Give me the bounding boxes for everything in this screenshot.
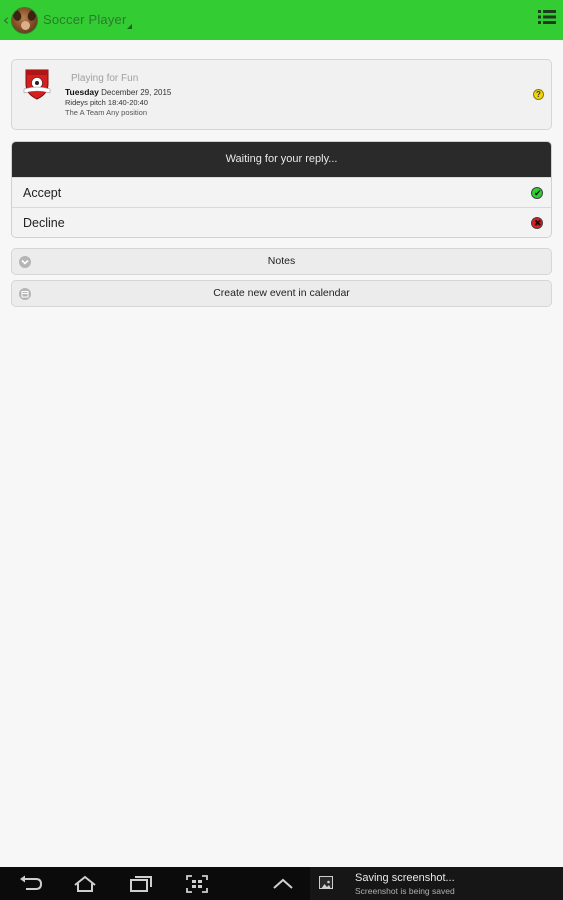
event-category: Playing for Fun — [71, 73, 139, 84]
notes-button[interactable]: Notes — [11, 248, 552, 275]
question-icon[interactable]: ? — [533, 89, 544, 100]
notification-subtitle: Screenshot is being saved — [355, 886, 455, 896]
screenshot-icon[interactable] — [184, 874, 210, 894]
event-day: Tuesday — [65, 87, 99, 97]
avatar-ear-left — [12, 8, 23, 23]
chevron-down-circle-icon — [19, 256, 31, 268]
cross-mark: ✖ — [534, 218, 542, 228]
screenshot-notification[interactable]: Saving screenshot... Screenshot is being… — [310, 867, 563, 900]
recent-apps-icon[interactable] — [128, 874, 154, 894]
decline-label: Decline — [23, 216, 65, 230]
calendar-circle-icon — [19, 288, 31, 300]
check-circle-icon: ✔ — [531, 187, 543, 199]
avatar-ear-right — [26, 8, 37, 23]
event-location-time: Rideys pitch 18:40-20:40 — [65, 98, 148, 107]
accept-label: Accept — [23, 186, 62, 200]
notification-title: Saving screenshot... — [355, 872, 455, 884]
cross-circle-icon: ✖ — [531, 217, 543, 229]
decline-button[interactable]: Decline ✖ — [12, 207, 551, 237]
home-icon[interactable] — [72, 874, 98, 894]
calendar-label: Create new event in calendar — [213, 287, 350, 299]
reply-status-header: Waiting for your reply... — [12, 142, 551, 177]
team-crest-icon — [23, 69, 51, 100]
avatar-snout — [21, 21, 30, 30]
system-navigation-bar: Saving screenshot... Screenshot is being… — [0, 867, 563, 900]
spinner-caret-icon — [127, 24, 132, 29]
reply-panel: Waiting for your reply... Accept ✔ Decli… — [11, 141, 552, 238]
event-team-position: The A Team Any position — [65, 108, 147, 117]
chevron-left-icon[interactable]: ‹ — [3, 11, 9, 29]
app-title[interactable]: Soccer Player — [43, 12, 127, 27]
back-arrow-icon[interactable] — [18, 874, 44, 894]
check-mark: ✔ — [534, 188, 542, 198]
notes-label: Notes — [267, 255, 296, 267]
accept-button[interactable]: Accept ✔ — [12, 177, 551, 207]
image-icon — [319, 876, 333, 889]
create-calendar-event-button[interactable]: Create new event in calendar — [11, 280, 552, 307]
event-date-line: Tuesday December 29, 2015 — [65, 87, 171, 97]
chevron-up-icon[interactable] — [270, 874, 296, 894]
avatar[interactable] — [11, 7, 38, 34]
action-bar: ‹ Soccer Player — [0, 0, 563, 40]
list-menu-icon[interactable] — [538, 9, 556, 25]
event-card[interactable]: Playing for Fun Tuesday December 29, 201… — [11, 59, 552, 130]
event-date: December 29, 2015 — [101, 88, 172, 97]
